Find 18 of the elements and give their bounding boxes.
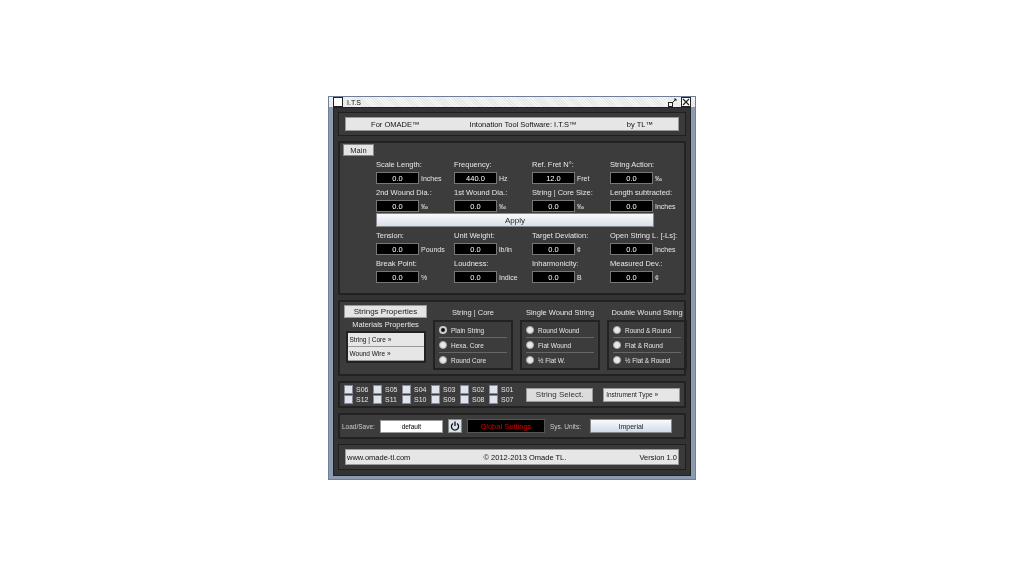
strings-properties-button[interactable]: Strings Properties (344, 305, 427, 318)
close-icon[interactable] (681, 97, 691, 107)
checkbox[interactable] (431, 385, 440, 394)
checkbox[interactable] (373, 385, 382, 394)
checkbox[interactable] (460, 395, 469, 404)
checkbox[interactable] (344, 385, 353, 394)
checkbox[interactable] (402, 395, 411, 404)
checkbox[interactable] (344, 395, 353, 404)
restore-icon[interactable] (668, 97, 677, 107)
apply-button[interactable]: Apply (376, 213, 654, 227)
checkbox[interactable] (402, 385, 411, 394)
checkbox[interactable] (489, 385, 498, 394)
checkbox[interactable] (431, 395, 440, 404)
string-select-button[interactable]: String Select. (526, 387, 594, 402)
checkbox[interactable] (489, 395, 498, 404)
checkbox[interactable] (460, 385, 469, 394)
checkbox[interactable] (373, 395, 382, 404)
power-button[interactable] (447, 419, 462, 433)
